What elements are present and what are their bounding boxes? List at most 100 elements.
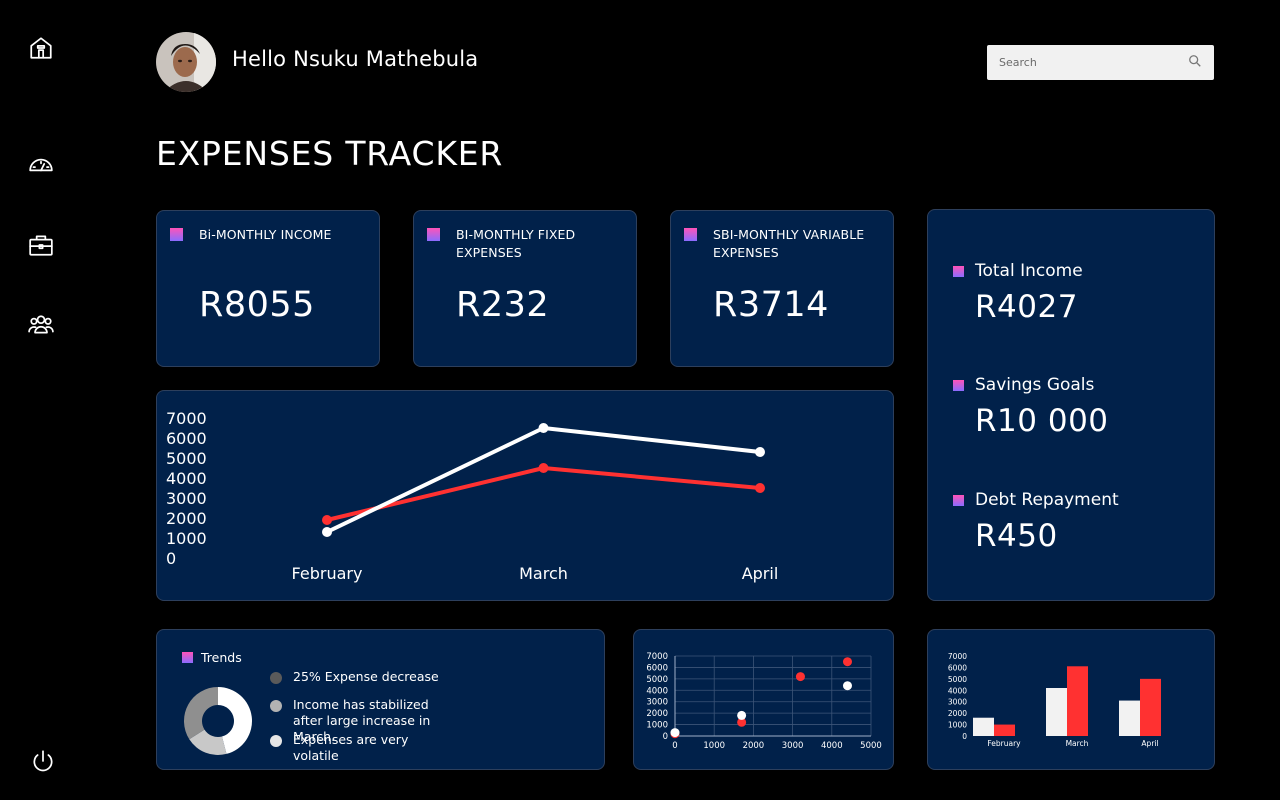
home-icon[interactable] [27,34,55,62]
y-tick-label: 5000 [948,675,967,684]
y-tick-label: 4000 [166,469,207,488]
y-tick-label: 1000 [948,721,967,730]
page-title: EXPENSES TRACKER [156,134,504,173]
data-point [538,463,549,473]
stat-card-fixed-expenses: BI-MONTHLY FIXED EXPENSES R232 [413,210,637,367]
bar [994,724,1015,736]
summary-label: Total Income [975,261,1083,281]
search-icon[interactable] [1188,53,1202,72]
line-chart-card: 0 1000 2000 3000 4000 5000 6000 7000 February Mar… [156,390,894,601]
trends-title: Trends [201,650,242,665]
donut-chart [184,687,252,755]
scatter-point [670,728,680,738]
legend-swatch [953,380,964,391]
bar [1140,678,1161,736]
legend-swatch [953,495,964,506]
y-tick-label: 1000 [646,721,668,731]
legend-swatch [170,228,183,241]
legend-swatch [182,652,193,663]
stat-value: R8055 [199,285,315,325]
y-tick-label: 0 [663,732,668,742]
y-tick-label: 6000 [948,663,967,672]
briefcase-icon[interactable] [27,231,55,259]
x-tick-label: 3000 [782,741,804,751]
y-tick-label: 7000 [948,652,967,661]
stat-card-variable-expenses: SBI-MONTHLY VARIABLE EXPENSES R3714 [670,210,894,367]
x-tick-label: 4000 [821,741,843,751]
bar [1067,666,1088,736]
stat-label: BI-MONTHLY FIXED EXPENSES [456,227,576,260]
data-point [538,423,549,433]
bar-chart-card: 0 1000 2000 3000 4000 5000 6000 7000 February Mar… [927,629,1215,770]
data-point [322,527,332,537]
summary-label: Debt Repayment [975,490,1119,510]
users-icon[interactable] [27,310,55,338]
stat-label: SBI-MONTHLY VARIABLE EXPENSES [713,227,865,260]
summary-value: R10 000 [975,403,1109,439]
summary-value: R4027 [975,289,1078,325]
data-point [755,483,765,493]
avatar[interactable] [156,32,216,92]
y-tick-label: 4000 [646,686,668,696]
bar [973,717,994,736]
search-box[interactable] [987,45,1214,80]
y-tick-label: 7000 [166,409,207,428]
summary-value: R450 [975,518,1058,554]
greeting: Hello Nsuku Mathebula [232,47,479,71]
y-tick-label: 3000 [646,698,668,708]
y-tick-label: 2000 [948,709,967,718]
stat-value: R232 [456,285,550,325]
x-tick-label: February [292,564,363,583]
scatter-chart-card: 0 1000 2000 3000 4000 5000 6000 7000 0 1000 2000 30… [633,629,894,770]
stat-card-income: Bi-MONTHLY INCOME R8055 [156,210,380,367]
y-tick-label: 0 [166,549,176,568]
power-icon[interactable] [29,747,57,775]
donut-slice [184,687,218,740]
y-tick-label: 7000 [646,652,668,662]
x-tick-label: 5000 [860,741,882,751]
y-tick-label: 4000 [948,686,967,695]
summary-savings-goals: Savings Goals R10 000 [953,375,1109,439]
bar-chart: 0 1000 2000 3000 4000 5000 6000 7000 February Mar… [948,652,1161,748]
y-tick-label: 2000 [166,509,207,528]
y-tick-label: 2000 [646,709,668,719]
y-tick-label: 3000 [948,698,967,707]
trend-item: Expenses are very volatile [270,732,430,764]
y-tick-label: 0 [962,732,967,741]
data-point [755,447,765,457]
trend-dot [270,700,282,712]
y-tick-label: 3000 [166,489,207,508]
scatter-chart: 010002000300040005000600070000 1000 2000 30… [646,652,882,751]
scatter-point [842,681,852,691]
legend-swatch [427,228,440,241]
trend-text: Expenses are very volatile [293,732,409,763]
bar [1046,688,1067,736]
summary-debt-repayment: Debt Repayment R450 [953,490,1119,554]
speedometer-icon[interactable] [27,151,55,179]
summary-label: Savings Goals [975,375,1095,395]
x-tick-label: 1000 [703,741,725,751]
y-tick-label: 6000 [166,429,207,448]
stat-value: R3714 [713,285,829,325]
search-input[interactable] [999,56,1188,69]
y-tick-label: 6000 [646,663,668,673]
legend-swatch [684,228,697,241]
x-tick-label: March [1066,739,1089,748]
stat-label: Bi-MONTHLY INCOME [199,227,332,242]
series-line-0 [326,466,761,522]
y-tick-label: 5000 [646,675,668,685]
bar [1119,700,1140,736]
data-point [322,515,332,525]
trend-dot [270,672,282,684]
line-chart: 01000200030004000500060007000 February Mar… [166,409,779,583]
trend-text: 25% Expense decrease [293,669,439,684]
x-tick-label: March [519,564,568,583]
trends-card: Trends 25% Expense decrease Income has s… [156,629,605,770]
trend-dot [270,735,282,747]
x-tick-label: April [742,564,779,583]
scatter-point [795,672,805,682]
x-tick-label: 0 [672,741,677,751]
trend-item: 25% Expense decrease [270,669,439,685]
y-tick-label: 1000 [166,529,207,548]
summary-total-income: Total Income R4027 [953,261,1083,325]
